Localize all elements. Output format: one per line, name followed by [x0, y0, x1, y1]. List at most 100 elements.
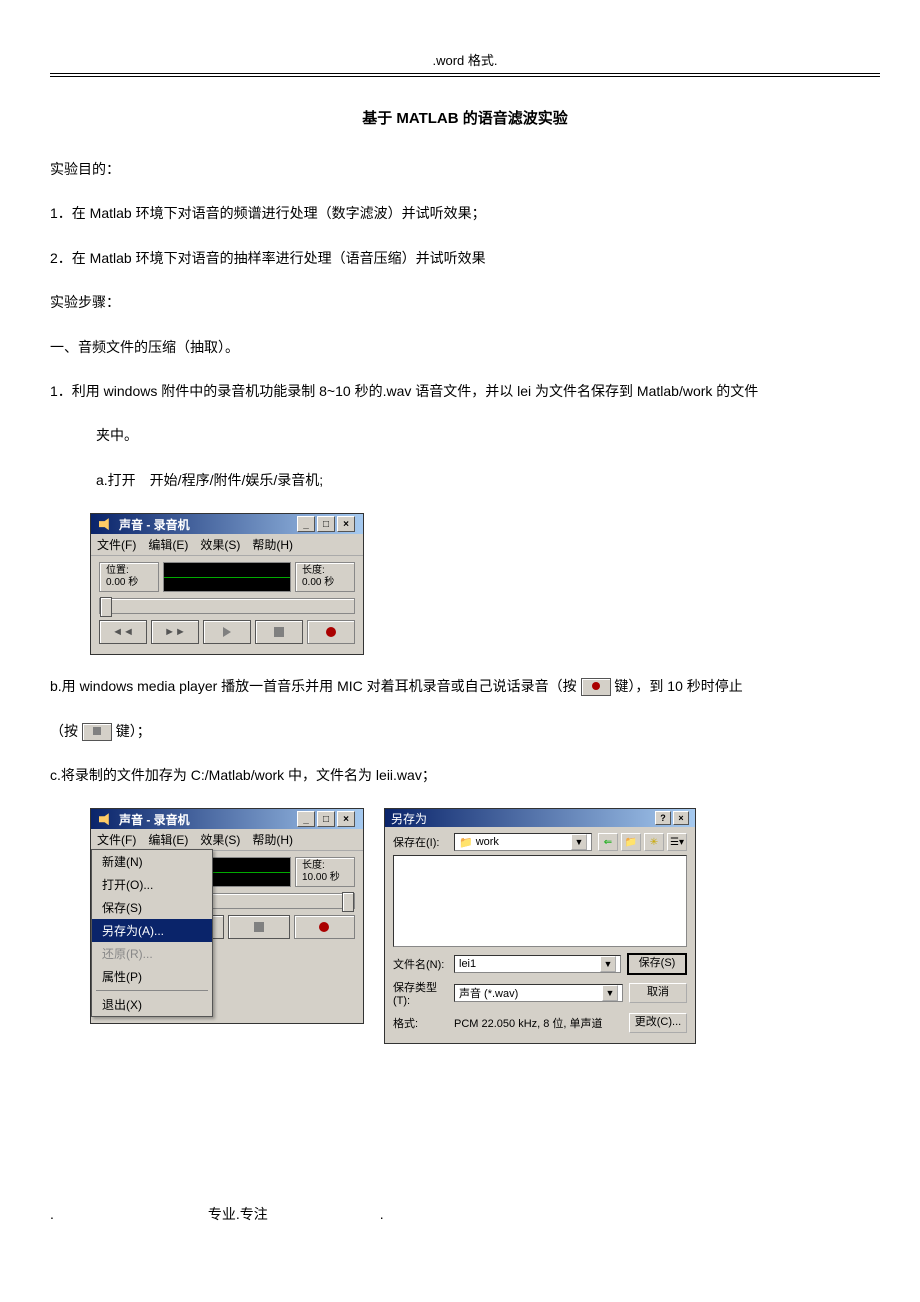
record-icon — [319, 922, 329, 932]
saveas-titlebar: 另存为 ? × — [385, 809, 695, 827]
step-1b-cont: （按 键）； — [50, 720, 880, 742]
filetype-value: 声音 (*.wav) — [459, 985, 518, 1001]
maximize-button[interactable]: □ — [317, 516, 335, 532]
seek-end-button[interactable]: ►► — [151, 620, 199, 644]
new-folder-icon[interactable]: ✳ — [644, 833, 664, 851]
menu-exit[interactable]: 退出(X) — [92, 993, 212, 1016]
cancel-button[interactable]: 取消 — [629, 983, 687, 1003]
menu-revert: 还原(R)... — [92, 942, 212, 965]
window-title: 声音 - 录音机 — [119, 811, 190, 828]
menu-saveas[interactable]: 另存为(A)... — [92, 919, 212, 942]
stop-button[interactable] — [228, 915, 290, 939]
file-list-area[interactable] — [393, 855, 687, 947]
record-button[interactable] — [294, 915, 356, 939]
seek-start-button[interactable]: ◄◄ — [99, 620, 147, 644]
minimize-button[interactable]: _ — [297, 811, 315, 827]
menu-edit[interactable]: 编辑(E) — [148, 536, 188, 553]
save-button[interactable]: 保存(S) — [627, 953, 687, 975]
record-icon — [592, 682, 600, 690]
menubar: 文件(F) 编辑(E) 效果(S) 帮助(H) 新建(N) 打开(O)... 保… — [91, 829, 363, 851]
position-slider[interactable] — [99, 598, 355, 614]
objective-2: 2．在 Matlab 环境下对语音的抽样率进行处理（语音压缩）并试听效果 — [50, 247, 880, 269]
doc-title: 基于 MATLAB 的语音滤波实验 — [50, 107, 880, 128]
maximize-button[interactable]: □ — [317, 811, 335, 827]
waveform-display — [163, 562, 291, 592]
speaker-icon — [99, 518, 113, 530]
step-1-line1: 1．利用 windows 附件中的录音机功能录制 8~10 秒的.wav 语音文… — [50, 380, 880, 402]
help-button[interactable]: ? — [655, 811, 671, 825]
menu-file[interactable]: 文件(F) — [97, 536, 136, 553]
folder-icon: 📁 — [459, 836, 473, 849]
filename-field[interactable]: lei1 ▼ — [454, 955, 621, 973]
close-button[interactable]: × — [337, 811, 355, 827]
chevron-down-icon[interactable]: ▼ — [571, 834, 587, 850]
chevron-down-icon[interactable]: ▼ — [600, 956, 616, 972]
savein-label: 保存在(I): — [393, 834, 448, 850]
record-icon — [326, 627, 336, 637]
menu-new[interactable]: 新建(N) — [92, 850, 212, 873]
length-value: 10.00 秒 — [302, 872, 348, 884]
up-folder-icon[interactable]: 📁 — [621, 833, 641, 851]
speaker-icon — [99, 813, 113, 825]
menu-effects[interactable]: 效果(S) — [200, 536, 240, 553]
window-titlebar: 声音 - 录音机 _ □ × — [91, 809, 363, 829]
length-label: 长度: — [302, 565, 348, 577]
view-icon[interactable]: ☰▾ — [667, 833, 687, 851]
sound-recorder-window: 声音 - 录音机 _ □ × 文件(F) 编辑(E) 效果(S) 帮助(H) 位… — [90, 513, 364, 655]
format-label: 格式: — [393, 1015, 448, 1031]
window-title: 声音 - 录音机 — [119, 516, 190, 533]
waveform-line — [164, 577, 290, 578]
menu-file[interactable]: 文件(F) — [97, 831, 136, 848]
format-value: PCM 22.050 kHz, 8 位, 单声道 — [454, 1015, 623, 1031]
chevron-down-icon[interactable]: ▼ — [602, 985, 618, 1001]
window-titlebar: 声音 - 录音机 _ □ × — [91, 514, 363, 534]
position-label: 位置: — [106, 565, 152, 577]
saveas-dialog: 另存为 ? × 保存在(I): 📁 work ▼ — [384, 808, 696, 1044]
footer-text: . 专业.专注 . — [50, 1204, 880, 1224]
steps-heading: 实验步骤： — [50, 291, 880, 313]
record-button[interactable] — [307, 620, 355, 644]
stop-button[interactable] — [255, 620, 303, 644]
step-1b: b.用 windows media player 播放一首音乐并用 MIC 对着… — [50, 675, 880, 697]
step-1a: a.打开 开始/程序/附件/娱乐/录音机; — [50, 469, 880, 491]
menubar: 文件(F) 编辑(E) 效果(S) 帮助(H) — [91, 534, 363, 556]
slider-thumb[interactable] — [342, 892, 354, 912]
length-box: 长度: 10.00 秒 — [295, 857, 355, 887]
slider-thumb[interactable] — [100, 597, 112, 617]
savein-dropdown[interactable]: 📁 work ▼ — [454, 833, 592, 851]
minimize-button[interactable]: _ — [297, 516, 315, 532]
header-rule — [50, 73, 880, 77]
length-value: 0.00 秒 — [302, 577, 348, 589]
stop-icon — [274, 627, 284, 637]
file-dropdown-menu: 新建(N) 打开(O)... 保存(S) 另存为(A)... 还原(R)... … — [91, 849, 213, 1017]
filename-label: 文件名(N): — [393, 956, 448, 972]
step-1c: c.将录制的文件加存为 C:/Matlab/work 中，文件名为 leii.w… — [50, 764, 880, 786]
menu-props[interactable]: 属性(P) — [92, 965, 212, 988]
back-icon[interactable]: ⇐ — [598, 833, 618, 851]
menu-help[interactable]: 帮助(H) — [252, 536, 293, 553]
objective-heading: 实验目的： — [50, 158, 880, 180]
change-button[interactable]: 更改(C)... — [629, 1013, 687, 1033]
filetype-dropdown[interactable]: 声音 (*.wav) ▼ — [454, 984, 623, 1002]
sound-recorder-window-2: 声音 - 录音机 _ □ × 文件(F) 编辑(E) 效果(S) 帮助(H) 新… — [90, 808, 364, 1024]
menu-open[interactable]: 打开(O)... — [92, 873, 212, 896]
close-button[interactable]: × — [673, 811, 689, 825]
objective-1: 1．在 Matlab 环境下对语音的频谱进行处理（数字滤波）并试听效果； — [50, 202, 880, 224]
position-box: 位置: 0.00 秒 — [99, 562, 159, 592]
saveas-title: 另存为 — [391, 810, 427, 827]
menu-effects[interactable]: 效果(S) — [200, 831, 240, 848]
menu-save[interactable]: 保存(S) — [92, 896, 212, 919]
menu-edit[interactable]: 编辑(E) — [148, 831, 188, 848]
close-button[interactable]: × — [337, 516, 355, 532]
filetype-label: 保存类型(T): — [393, 979, 448, 1007]
length-label: 长度: — [302, 860, 348, 872]
header-text: .word 格式. — [50, 50, 880, 69]
stop-icon — [93, 727, 101, 735]
menu-help[interactable]: 帮助(H) — [252, 831, 293, 848]
play-button[interactable] — [203, 620, 251, 644]
step-1-line2: 夹中。 — [50, 424, 880, 446]
length-box: 长度: 0.00 秒 — [295, 562, 355, 592]
position-value: 0.00 秒 — [106, 577, 152, 589]
section-1: 一、音频文件的压缩（抽取）。 — [50, 336, 880, 358]
inline-record-button — [581, 678, 611, 696]
